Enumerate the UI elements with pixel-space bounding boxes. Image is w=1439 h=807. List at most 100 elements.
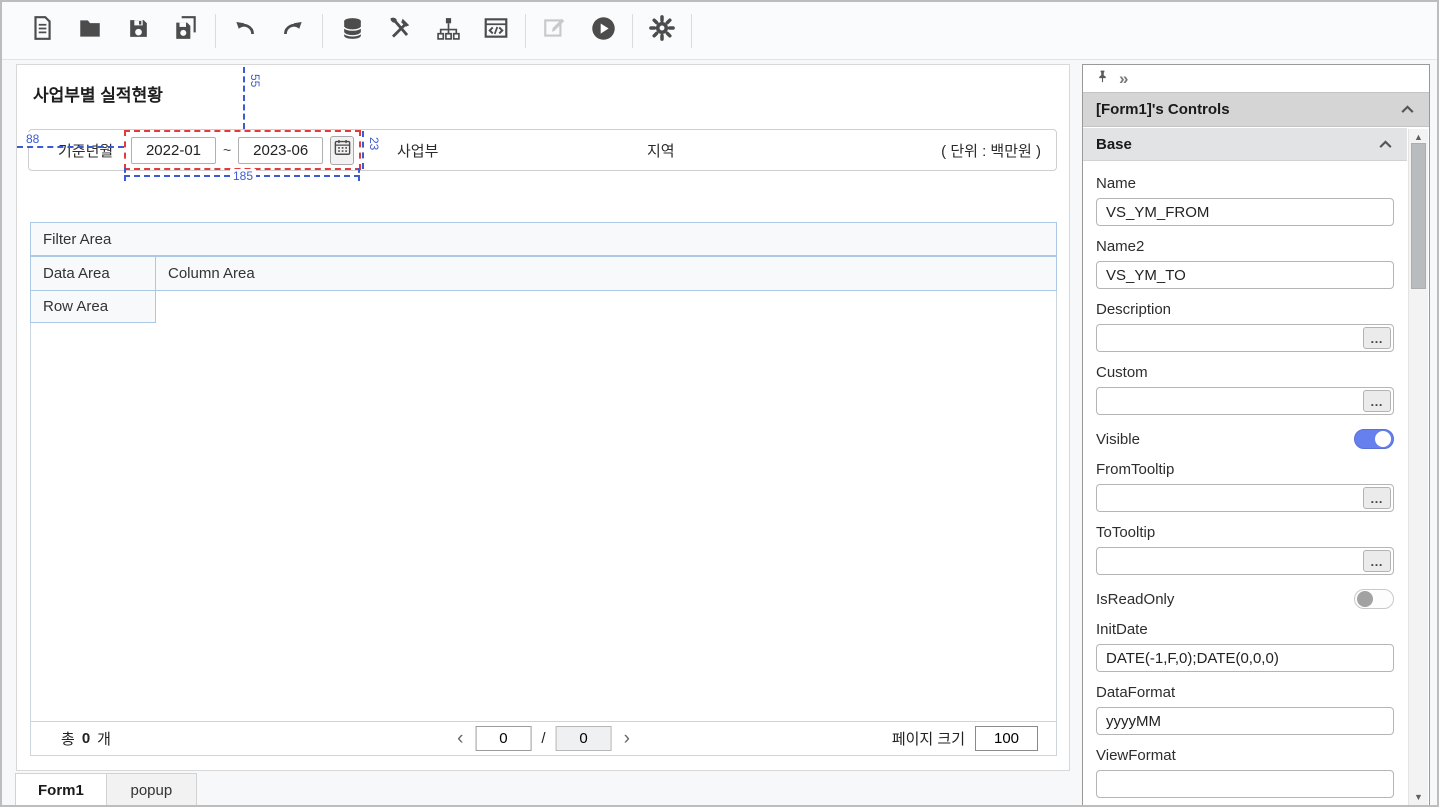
- save-all-icon: [173, 15, 199, 46]
- save-all-button[interactable]: [162, 8, 210, 54]
- date-range-control-selection[interactable]: ~: [124, 130, 361, 170]
- open-folder-icon: [77, 15, 103, 46]
- collapse-panel-icon[interactable]: »: [1119, 70, 1128, 87]
- page-size-input[interactable]: [975, 726, 1038, 751]
- chevron-up-icon[interactable]: [1399, 101, 1416, 118]
- custom-ellipsis-button[interactable]: …: [1363, 390, 1391, 412]
- page-navigation: ‹ / ›: [455, 726, 632, 751]
- build-tools-button[interactable]: [376, 8, 424, 54]
- property-input-initdate[interactable]: [1096, 644, 1394, 672]
- unit-note-label: ( 단위 : 백만원 ): [941, 140, 1041, 161]
- save-button[interactable]: [114, 8, 162, 54]
- database-button[interactable]: [328, 8, 376, 54]
- panel-header[interactable]: [Form1]'s Controls: [1083, 92, 1429, 127]
- guide-line-left: [17, 146, 124, 148]
- pivot-grid: Filter Area Data Area Column Area Row Ar…: [30, 222, 1057, 756]
- date-to-input[interactable]: [238, 137, 323, 164]
- isreadonly-toggle[interactable]: [1354, 589, 1394, 609]
- region-label: 지역: [647, 140, 675, 161]
- property-input-viewformat[interactable]: [1096, 770, 1394, 798]
- property-input-fromtooltip[interactable]: [1096, 484, 1394, 512]
- row-area-dropzone[interactable]: Row Area: [30, 290, 156, 323]
- main-toolbar: [2, 2, 1437, 60]
- scrollbar-thumb[interactable]: [1411, 143, 1426, 289]
- prev-page-button[interactable]: ‹: [455, 729, 465, 748]
- section-base-header[interactable]: Base: [1083, 128, 1407, 161]
- totooltip-ellipsis-button[interactable]: …: [1363, 550, 1391, 572]
- tab-popup[interactable]: popup: [106, 773, 197, 807]
- panel-pin-bar: »: [1083, 65, 1429, 92]
- calendar-icon: [333, 138, 352, 162]
- tab-form1[interactable]: Form1: [15, 773, 107, 807]
- code-editor-icon: [483, 15, 509, 46]
- pin-icon[interactable]: [1095, 69, 1110, 89]
- description-ellipsis-button[interactable]: …: [1363, 327, 1391, 349]
- undo-button[interactable]: [221, 8, 269, 54]
- property-label-totooltip: ToTooltip: [1096, 524, 1394, 541]
- run-icon: [590, 15, 617, 47]
- toolbar-separator: [525, 14, 526, 48]
- page-separator: /: [541, 730, 545, 747]
- total-suffix-label: 개: [97, 728, 111, 749]
- form-tab-bar: Form1 popup: [16, 773, 197, 807]
- property-input-totooltip[interactable]: [1096, 547, 1394, 575]
- column-area-dropzone[interactable]: Column Area: [155, 256, 1057, 291]
- chevron-up-icon[interactable]: [1377, 136, 1394, 153]
- property-input-dataformat[interactable]: [1096, 707, 1394, 735]
- visible-toggle-row: Visible: [1096, 429, 1394, 449]
- redo-button[interactable]: [269, 8, 317, 54]
- sitemap-icon: [436, 16, 461, 46]
- property-input-name[interactable]: [1096, 198, 1394, 226]
- sitemap-button[interactable]: [424, 8, 472, 54]
- total-count: 총 0 개: [61, 728, 111, 749]
- edit-icon: [542, 15, 568, 46]
- grid-body: [31, 323, 1056, 721]
- toggle-knob: [1357, 591, 1373, 607]
- property-fields: Name Name2 Description … Custom … Visibl…: [1083, 161, 1407, 798]
- edit-button[interactable]: [531, 8, 579, 54]
- toolbar-separator: [215, 14, 216, 48]
- visible-toggle[interactable]: [1354, 429, 1394, 449]
- pivot-header-row: Data Area Column Area: [31, 256, 1056, 291]
- property-label-isreadonly: IsReadOnly: [1096, 591, 1174, 608]
- property-label-description: Description: [1096, 301, 1394, 318]
- total-count-value: 0: [82, 730, 90, 747]
- pivot-row-header: Row Area: [31, 290, 1056, 323]
- app-window: 사업부별 실적현황 기준년월 ~ 사업부 지역 ( 단위 : 백만원 ) 55 …: [0, 0, 1439, 807]
- guide-line-top: [243, 67, 245, 129]
- date-from-input[interactable]: [131, 137, 216, 164]
- guide-left-offset-label: 88: [24, 132, 41, 146]
- panel-scrollbar[interactable]: ▲ ▼: [1408, 129, 1428, 805]
- database-icon: [340, 16, 365, 46]
- current-page-input[interactable]: [475, 726, 531, 751]
- total-prefix-label: 총: [61, 728, 75, 749]
- run-button[interactable]: [579, 8, 627, 54]
- property-input-custom[interactable]: [1096, 387, 1394, 415]
- data-area-dropzone[interactable]: Data Area: [30, 256, 156, 291]
- property-label-visible: Visible: [1096, 431, 1140, 448]
- guide-width-label: 185: [230, 169, 256, 183]
- toggle-knob: [1375, 431, 1391, 447]
- new-document-button[interactable]: [18, 8, 66, 54]
- section-base-title: Base: [1096, 136, 1132, 153]
- next-page-button[interactable]: ›: [622, 729, 632, 748]
- code-editor-button[interactable]: [472, 8, 520, 54]
- form-design-canvas: 사업부별 실적현황 기준년월 ~ 사업부 지역 ( 단위 : 백만원 ) 55 …: [16, 64, 1070, 771]
- guide-line-height: [362, 131, 364, 169]
- fromtooltip-ellipsis-button[interactable]: …: [1363, 487, 1391, 509]
- property-label-name2: Name2: [1096, 238, 1394, 255]
- settings-button[interactable]: [638, 8, 686, 54]
- calendar-button[interactable]: [330, 136, 354, 165]
- build-tools-icon: [387, 15, 413, 46]
- guide-top-offset-label: 55: [248, 74, 262, 87]
- open-folder-button[interactable]: [66, 8, 114, 54]
- scroll-up-icon[interactable]: ▲: [1409, 132, 1428, 142]
- property-input-name2[interactable]: [1096, 261, 1394, 289]
- property-label-viewformat: ViewFormat: [1096, 747, 1394, 764]
- filter-area-dropzone[interactable]: Filter Area: [30, 222, 1057, 256]
- grid-pager: 총 0 개 ‹ / › 페이지 크기: [31, 721, 1056, 755]
- save-icon: [126, 16, 151, 46]
- scroll-down-icon[interactable]: ▼: [1409, 792, 1428, 802]
- redo-icon: [280, 15, 306, 46]
- property-input-description[interactable]: [1096, 324, 1394, 352]
